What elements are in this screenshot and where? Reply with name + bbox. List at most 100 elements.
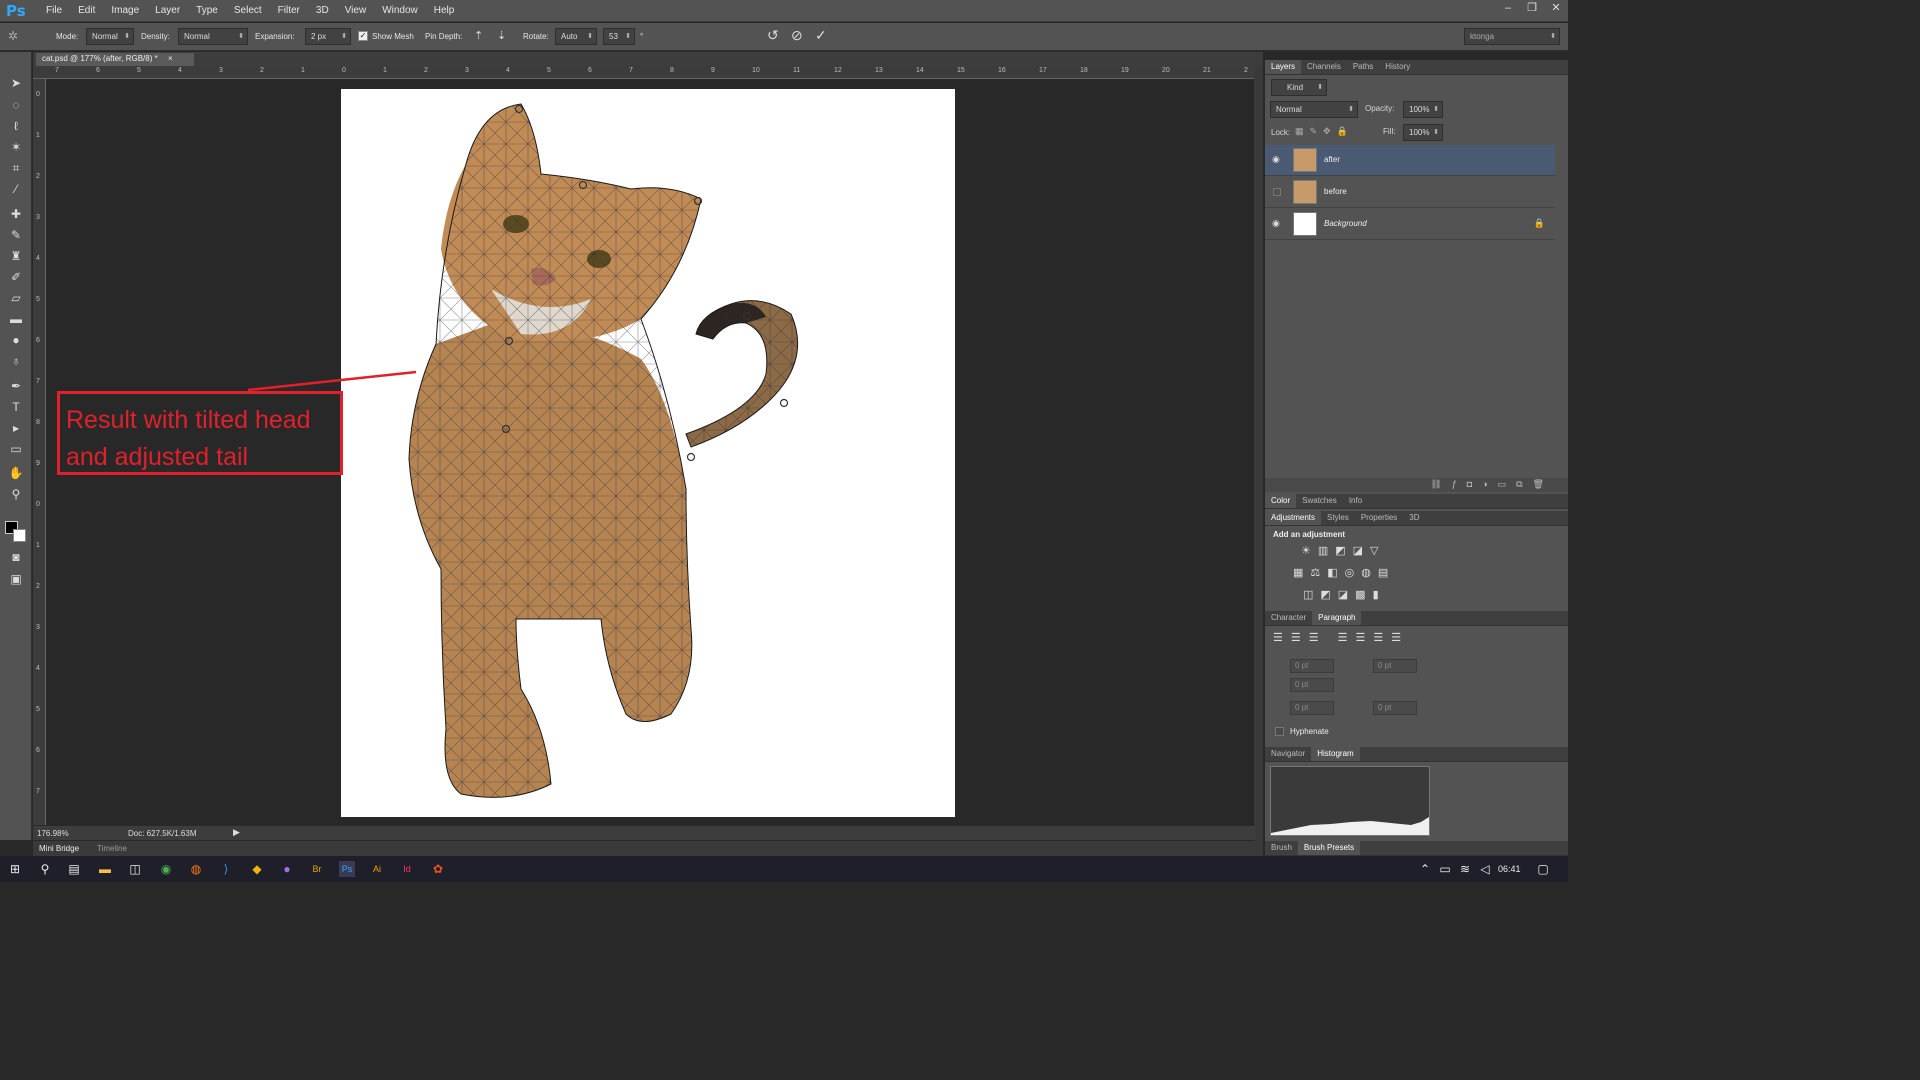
zoom-level[interactable]: 176.98% bbox=[37, 829, 69, 838]
remove-pins-icon[interactable]: ↺ bbox=[767, 27, 779, 44]
path-selection-tool-icon[interactable]: ▸ bbox=[6, 419, 26, 437]
density-select[interactable]: Normal bbox=[178, 28, 248, 45]
menu-image[interactable]: Image bbox=[103, 5, 147, 16]
menu-type[interactable]: Type bbox=[188, 5, 226, 16]
visibility-toggle-off[interactable] bbox=[1273, 188, 1281, 196]
marquee-tool-icon[interactable]: ◌ bbox=[6, 96, 26, 114]
layer-kind-filter[interactable]: Kind bbox=[1271, 79, 1327, 96]
pin-backward-icon[interactable]: ⇣ bbox=[497, 29, 506, 42]
menu-view[interactable]: View bbox=[337, 5, 375, 16]
workspace-select[interactable]: ktonga bbox=[1464, 28, 1560, 45]
tab-channels[interactable]: Channels bbox=[1301, 60, 1347, 74]
eyedropper-tool-icon[interactable]: ⁄ bbox=[6, 180, 26, 198]
adjustment-icons-row-3[interactable]: ◫◩◪▩▮ bbox=[1303, 588, 1386, 601]
pen-tool-icon[interactable]: ✒ bbox=[6, 377, 26, 395]
search-icon[interactable]: ⚲ bbox=[37, 861, 53, 877]
visibility-eye-icon[interactable]: ◉ bbox=[1272, 154, 1280, 165]
cancel-warp-icon[interactable]: ⊘ bbox=[791, 27, 803, 44]
tab-timeline[interactable]: Timeline bbox=[97, 844, 127, 853]
brush-tool-icon[interactable]: ✎ bbox=[6, 226, 26, 244]
healing-brush-tool-icon[interactable]: ✚ bbox=[6, 205, 26, 223]
battery-icon[interactable]: ▭ bbox=[1437, 861, 1453, 877]
layer-row-background[interactable]: ◉ Background 🔒 bbox=[1265, 209, 1555, 240]
document-canvas[interactable] bbox=[341, 89, 955, 817]
clone-stamp-tool-icon[interactable]: ♜ bbox=[6, 247, 26, 265]
tab-mini-bridge[interactable]: Mini Bridge bbox=[39, 844, 79, 853]
wifi-icon[interactable]: ≋ bbox=[1457, 861, 1473, 877]
photoshop-taskbar-icon[interactable]: Ps bbox=[339, 861, 355, 877]
tab-layers[interactable]: Layers bbox=[1265, 60, 1302, 74]
indesign-icon[interactable]: Id bbox=[399, 861, 415, 877]
tab-brush[interactable]: Brush bbox=[1265, 841, 1298, 855]
firefox-icon[interactable]: ◍ bbox=[188, 861, 204, 877]
crop-tool-icon[interactable]: ⌗ bbox=[6, 159, 26, 177]
menu-filter[interactable]: Filter bbox=[270, 5, 308, 16]
first-line-indent-field[interactable]: 0 pt bbox=[1290, 678, 1334, 692]
commit-warp-icon[interactable]: ✓ bbox=[815, 27, 827, 44]
figma-icon[interactable]: ✿ bbox=[430, 861, 446, 877]
rotate-mode-select[interactable]: Auto bbox=[555, 28, 597, 45]
background-color-swatch[interactable] bbox=[13, 529, 26, 542]
hand-tool-icon[interactable]: ✋ bbox=[6, 464, 26, 482]
space-after-field[interactable]: 0 pt bbox=[1373, 701, 1417, 715]
gradient-tool-icon[interactable]: ▬ bbox=[6, 310, 26, 328]
file-explorer-icon[interactable]: ▬ bbox=[97, 861, 113, 877]
type-tool-icon[interactable]: T bbox=[6, 398, 26, 416]
illustrator-icon[interactable]: Ai bbox=[369, 861, 385, 877]
indent-left-field[interactable]: 0 pt bbox=[1290, 659, 1334, 673]
layer-row-before[interactable]: before bbox=[1265, 177, 1555, 208]
tab-paths[interactable]: Paths bbox=[1347, 60, 1379, 74]
bridge-icon[interactable]: Br bbox=[309, 861, 325, 877]
tab-swatches[interactable]: Swatches bbox=[1296, 494, 1343, 508]
quick-mask-icon[interactable]: ◙ bbox=[6, 548, 26, 566]
layer-row-after[interactable]: ◉ after bbox=[1265, 145, 1555, 176]
mode-select[interactable]: Normal bbox=[86, 28, 134, 45]
adjustment-icons-row-2[interactable]: ▦⚖◧◎◍▤ bbox=[1293, 566, 1395, 579]
blur-tool-icon[interactable]: ● bbox=[6, 331, 26, 349]
hyphenate-checkbox[interactable] bbox=[1275, 727, 1284, 736]
tab-adjustments[interactable]: Adjustments bbox=[1265, 511, 1322, 525]
rotate-angle-field[interactable]: 53 bbox=[603, 28, 635, 45]
fill-field[interactable]: 100% bbox=[1403, 124, 1443, 141]
git-icon[interactable]: ◆ bbox=[249, 861, 265, 877]
lock-icons[interactable]: ▦✎✥🔒 bbox=[1295, 126, 1354, 137]
menu-select[interactable]: Select bbox=[226, 5, 270, 16]
tab-histogram[interactable]: Histogram bbox=[1311, 747, 1360, 761]
pin-forward-icon[interactable]: ⇡ bbox=[474, 29, 483, 42]
eraser-tool-icon[interactable]: ▱ bbox=[6, 289, 26, 307]
vscode-icon[interactable]: ⟩ bbox=[218, 861, 234, 877]
store-icon[interactable]: ◫ bbox=[127, 861, 143, 877]
status-menu-arrow-icon[interactable]: ▶ bbox=[233, 827, 240, 838]
menu-help[interactable]: Help bbox=[426, 5, 463, 16]
tray-chevron-icon[interactable]: ⌃ bbox=[1417, 861, 1433, 877]
magic-wand-tool-icon[interactable]: ✶ bbox=[6, 138, 26, 156]
lasso-tool-icon[interactable]: ℓ bbox=[6, 117, 26, 135]
minimize-button[interactable]: – bbox=[1496, 0, 1520, 18]
puppet-warp-tool-icon[interactable]: ✲ bbox=[8, 29, 18, 43]
screen-mode-icon[interactable]: ▣ bbox=[6, 570, 26, 588]
close-tab-icon[interactable]: × bbox=[168, 54, 173, 63]
menu-window[interactable]: Window bbox=[374, 5, 426, 16]
volume-icon[interactable]: ◁ bbox=[1477, 861, 1493, 877]
clock[interactable]: 06:41 bbox=[1498, 864, 1521, 874]
zoom-tool-icon[interactable]: ⚲ bbox=[6, 485, 26, 503]
restore-button[interactable]: ❐ bbox=[1520, 0, 1544, 18]
tab-character[interactable]: Character bbox=[1265, 611, 1312, 625]
tab-paragraph[interactable]: Paragraph bbox=[1312, 611, 1362, 625]
close-button[interactable]: ✕ bbox=[1544, 0, 1568, 18]
vertical-scrollbar[interactable] bbox=[1254, 66, 1263, 841]
menu-file[interactable]: File bbox=[38, 5, 70, 16]
dodge-tool-icon[interactable]: ♁ bbox=[6, 352, 26, 370]
opacity-field[interactable]: 100% bbox=[1403, 101, 1443, 118]
menu-edit[interactable]: Edit bbox=[70, 5, 103, 16]
blend-mode-select[interactable]: Normal bbox=[1270, 101, 1358, 118]
history-brush-tool-icon[interactable]: ✐ bbox=[6, 268, 26, 286]
tab-brush-presets[interactable]: Brush Presets bbox=[1297, 841, 1361, 855]
tab-3d[interactable]: 3D bbox=[1403, 511, 1425, 525]
indent-right-field[interactable]: 0 pt bbox=[1373, 659, 1417, 673]
notifications-icon[interactable]: ▢ bbox=[1535, 861, 1551, 877]
show-mesh-checkbox[interactable]: ✓ bbox=[358, 31, 368, 41]
tab-properties[interactable]: Properties bbox=[1355, 511, 1403, 525]
tab-navigator[interactable]: Navigator bbox=[1265, 747, 1311, 761]
adjustment-icons-row-1[interactable]: ☀▥◩◪▽ bbox=[1301, 544, 1386, 557]
